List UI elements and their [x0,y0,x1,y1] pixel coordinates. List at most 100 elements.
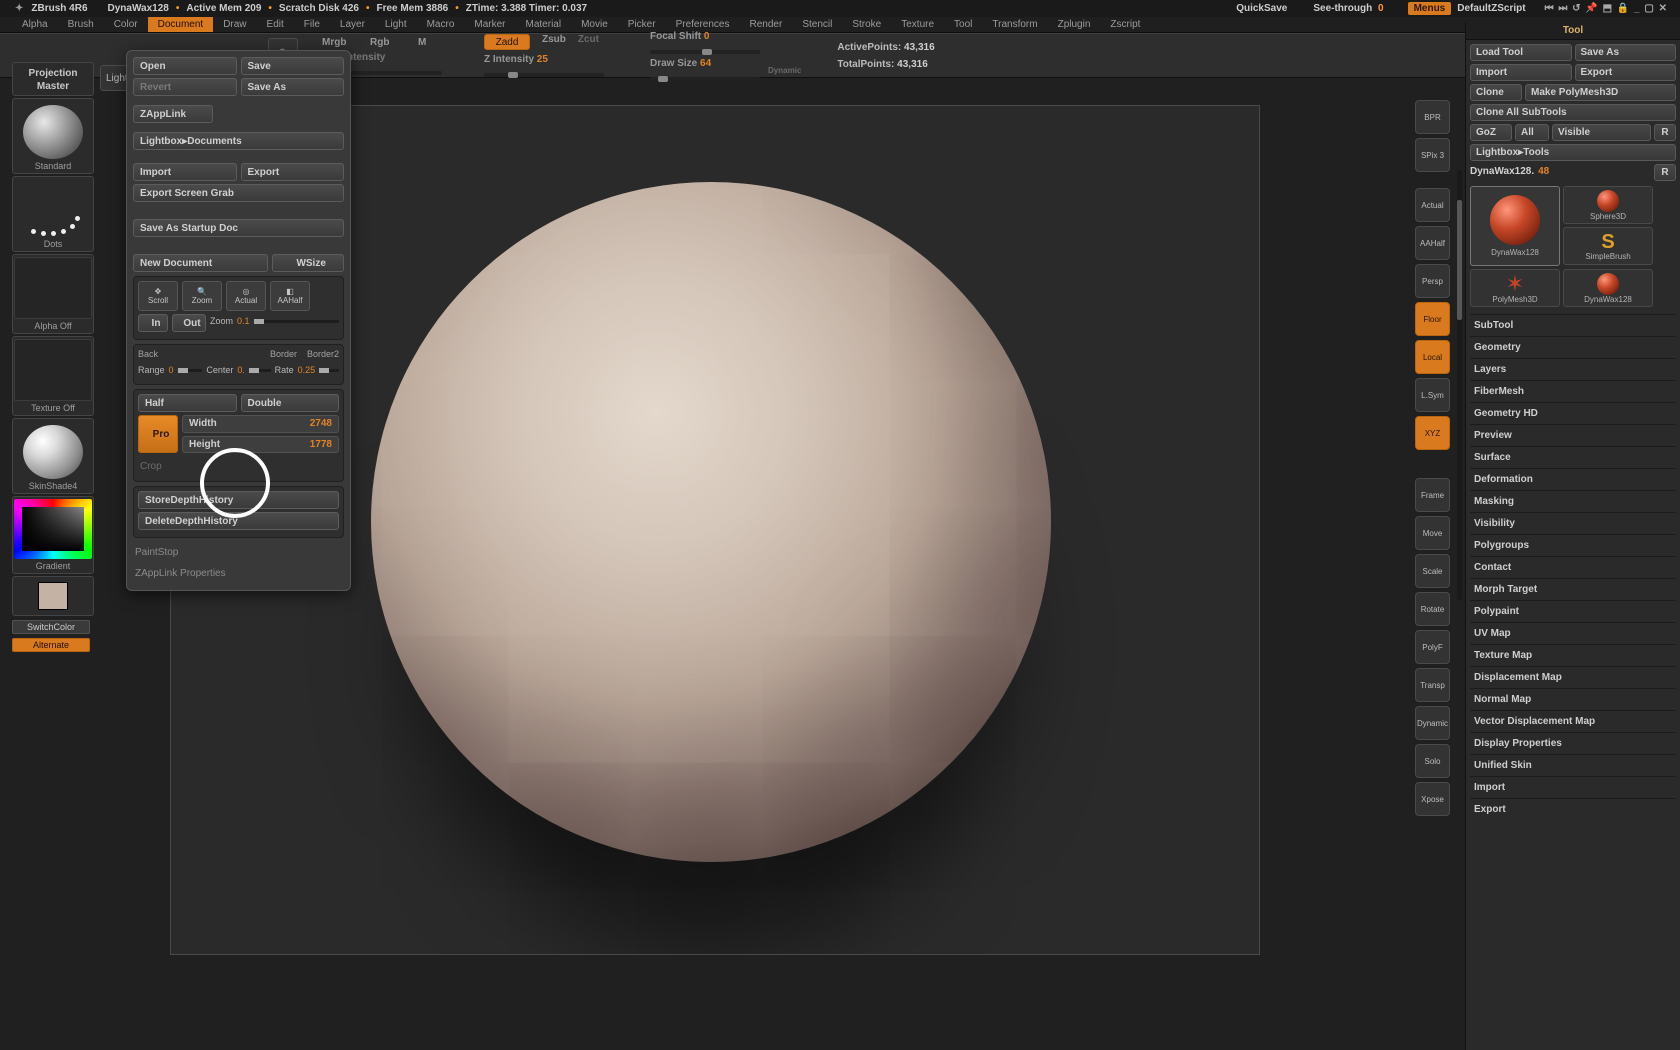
zoom-in-button[interactable]: In [138,314,168,332]
current-color[interactable] [12,576,94,616]
alternate-button[interactable]: Alternate [12,638,90,652]
menu-transform[interactable]: Transform [982,17,1047,32]
m-toggle[interactable]: M [418,37,460,48]
section-polygroups[interactable]: Polygroups [1470,534,1676,556]
section-normal-map[interactable]: Normal Map [1470,688,1676,710]
shelf-l-sym[interactable]: L.Sym [1415,378,1450,412]
doc-export-button[interactable]: Export [241,163,345,181]
shelf-dynamic[interactable]: Dynamic [1415,706,1450,740]
quicksave-button[interactable]: QuickSave [1236,3,1287,14]
section-subtool[interactable]: SubTool [1470,314,1676,336]
focal-shift-slider[interactable]: Focal Shift 0 [650,31,760,42]
shelf-floor[interactable]: Floor [1415,302,1450,336]
zoom-tool[interactable]: 🔍Zoom [182,281,222,311]
see-through-slider[interactable]: See-through 0 [1313,3,1383,14]
tool-thumb-sphere3d[interactable]: Sphere3D [1563,186,1653,224]
section-unified-skin[interactable]: Unified Skin [1470,754,1676,776]
doc-open-button[interactable]: Open [133,57,237,75]
section-export[interactable]: Export [1470,798,1676,820]
range-slider[interactable]: Range 0 [138,363,202,377]
mrgb-toggle[interactable]: Mrgb [322,37,364,48]
section-layers[interactable]: Layers [1470,358,1676,380]
section-texture-map[interactable]: Texture Map [1470,644,1676,666]
model-sphere[interactable] [371,182,1051,862]
shelf-rotate[interactable]: Rotate [1415,592,1450,626]
shelf-solo[interactable]: Solo [1415,744,1450,778]
default-zscript[interactable]: DefaultZScript [1457,3,1525,14]
dynamic-toggle[interactable]: Dynamic [768,66,801,75]
doc-width-field[interactable]: Width2748 [182,415,339,433]
section-contact[interactable]: Contact [1470,556,1676,578]
actual-tool[interactable]: ◎Actual [226,281,266,311]
half-button[interactable]: Half [138,394,237,412]
zadd-toggle[interactable]: Zadd [484,34,530,50]
maximize-icon[interactable]: ▢ [1644,3,1653,14]
menu-marker[interactable]: Marker [464,17,515,32]
crop-button[interactable]: Crop [138,456,339,477]
store-depth-history-button[interactable]: StoreDepthHistory [138,491,339,509]
rate-slider[interactable]: Rate 0.25 [275,363,339,377]
tool-thumb-polymesh[interactable]: ✶PolyMesh3D [1470,269,1560,307]
hide-icon[interactable]: ⬒ [1603,3,1612,14]
doc-import-button[interactable]: Import [133,163,237,181]
rgb-toggle[interactable]: Rgb [370,37,412,48]
minimize-icon[interactable]: _ [1634,3,1640,14]
restore-layout-icon[interactable]: ↺ [1572,3,1580,14]
projection-master-button[interactable]: ProjectionMaster [12,62,94,96]
texture-selector[interactable]: Texture Off [12,336,94,416]
shelf-scale[interactable]: Scale [1415,554,1450,588]
menu-draw[interactable]: Draw [213,17,256,32]
color-swatch-icon[interactable] [38,582,68,610]
shelf-actual[interactable]: Actual [1415,188,1450,222]
menu-color[interactable]: Color [104,17,148,32]
doc-saveas-button[interactable]: Save As [241,78,345,96]
section-uv-map[interactable]: UV Map [1470,622,1676,644]
menu-tool[interactable]: Tool [944,17,982,32]
tool-export-button[interactable]: Export [1575,64,1677,81]
right-scrollbar[interactable] [1457,170,1462,600]
focal-track[interactable] [650,50,760,54]
menu-layer[interactable]: Layer [330,17,375,32]
menu-file[interactable]: File [294,17,330,32]
tool-panel-header[interactable]: Tool [1466,22,1680,40]
shelf-spix-3[interactable]: SPix 3 [1415,138,1450,172]
pro-button[interactable]: Pro [138,415,178,453]
shelf-xyz[interactable]: XYZ [1415,416,1450,450]
section-displacement-map[interactable]: Displacement Map [1470,666,1676,688]
shelf-frame[interactable]: Frame [1415,478,1450,512]
export-screen-grab-button[interactable]: Export Screen Grab [133,184,344,202]
shelf-local[interactable]: Local [1415,340,1450,374]
border2-label[interactable]: Border2 [307,349,339,359]
clone-button[interactable]: Clone [1470,84,1522,101]
zoom-slider[interactable]: Zoom 0.1 [210,314,339,328]
shelf-xpose[interactable]: Xpose [1415,782,1450,816]
z-intensity-track[interactable] [484,73,604,77]
tool-thumb-simplebrush[interactable]: SSimpleBrush [1563,227,1653,265]
section-surface[interactable]: Surface [1470,446,1676,468]
lightbox-tools-button[interactable]: Lightbox▸Tools [1470,144,1676,161]
back-label[interactable]: Back [138,349,266,359]
shelf-move[interactable]: Move [1415,516,1450,550]
clone-all-subtools-button[interactable]: Clone All SubTools [1470,104,1676,121]
delete-depth-history-button[interactable]: DeleteDepthHistory [138,512,339,530]
brush-selector[interactable]: Standard [12,98,94,174]
menu-alpha[interactable]: Alpha [12,17,58,32]
save-startup-doc-button[interactable]: Save As Startup Doc [133,219,344,237]
shelf-bpr[interactable]: BPR [1415,100,1450,134]
make-polymesh3d-button[interactable]: Make PolyMesh3D [1525,84,1676,101]
tool-thumb-dynawax2[interactable]: DynaWax128 [1563,269,1653,307]
color-picker[interactable]: Gradient [12,496,94,574]
menu-stroke[interactable]: Stroke [842,17,891,32]
menu-movie[interactable]: Movie [571,17,618,32]
border-label[interactable]: Border [270,349,297,359]
double-button[interactable]: Double [241,394,340,412]
section-geometry-hd[interactable]: Geometry HD [1470,402,1676,424]
menu-stencil[interactable]: Stencil [792,17,842,32]
paintstop-link[interactable]: PaintStop [133,542,344,563]
section-masking[interactable]: Masking [1470,490,1676,512]
menu-zplugin[interactable]: Zplugin [1048,17,1101,32]
tool-thumb-dynawax[interactable]: DynaWax128 [1470,186,1560,266]
load-tool-button[interactable]: Load Tool [1470,44,1572,61]
pin-icon[interactable]: 📌 [1585,3,1597,14]
section-vector-displacement-map[interactable]: Vector Displacement Map [1470,710,1676,732]
